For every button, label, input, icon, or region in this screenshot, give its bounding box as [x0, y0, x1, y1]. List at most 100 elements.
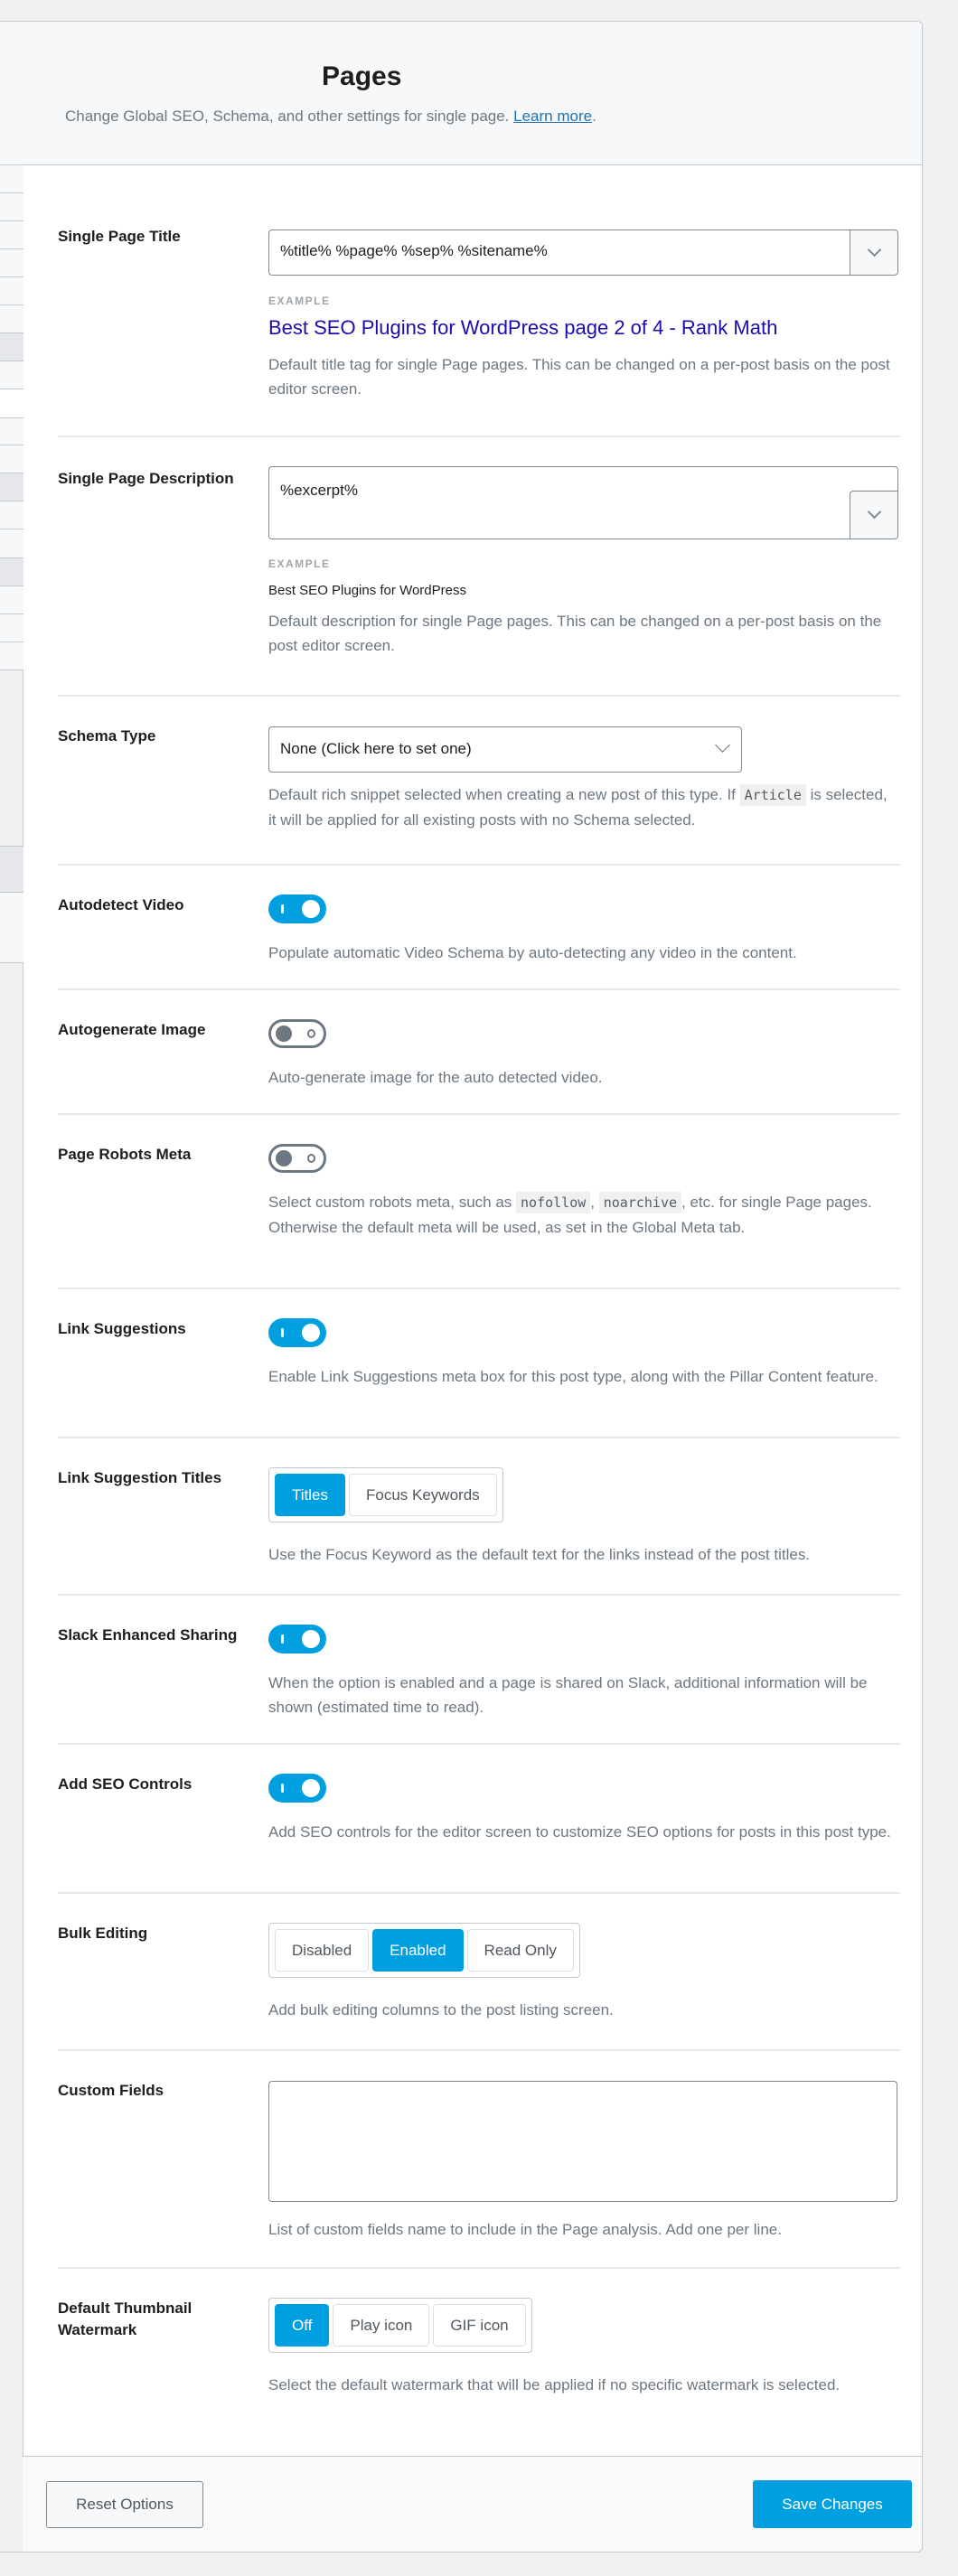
help-text: List of custom fields name to include in…: [268, 2221, 782, 2238]
setting-add-seo-controls: Add SEO Controls Add SEO controls for th…: [58, 1745, 900, 1894]
option-play-icon[interactable]: Play icon: [333, 2304, 430, 2347]
help-text: Default title tag for single Page pages.…: [268, 356, 890, 398]
setting-custom-fields: Custom Fields List of custom fields name…: [58, 2051, 900, 2269]
settings-tab[interactable]: [0, 846, 23, 893]
settings-tab-active[interactable]: [0, 389, 24, 417]
page-description: Change Global SEO, Schema, and other set…: [65, 108, 596, 125]
bulk-editing-group: Disabled Enabled Read Only: [268, 1923, 580, 1978]
setting-schema-type: Schema Type None (Click here to set one)…: [58, 697, 900, 866]
link-suggestions-toggle[interactable]: [268, 1318, 326, 1347]
settings-tab[interactable]: [0, 193, 23, 221]
settings-tab-strip: [0, 165, 24, 2552]
option-focus-keywords[interactable]: Focus Keywords: [349, 1474, 497, 1516]
single-page-description-input[interactable]: %excerpt%: [268, 466, 898, 539]
reset-options-button[interactable]: Reset Options: [46, 2481, 203, 2528]
setting-label: Default Thumbnail Watermark: [58, 2300, 193, 2338]
save-changes-button[interactable]: Save Changes: [753, 2480, 912, 2528]
settings-tab[interactable]: [0, 586, 23, 614]
link-suggestion-titles-group: Titles Focus Keywords: [268, 1467, 503, 1522]
page-title: Pages: [322, 61, 402, 91]
page-robots-meta-toggle[interactable]: [268, 1144, 326, 1173]
option-enabled[interactable]: Enabled: [372, 1929, 464, 1972]
slack-enhanced-sharing-toggle[interactable]: [268, 1625, 326, 1653]
setting-label: Schema Type: [58, 727, 156, 745]
settings-tab[interactable]: [0, 558, 23, 586]
settings-tab[interactable]: [0, 417, 23, 445]
setting-label: Slack Enhanced Sharing: [58, 1626, 238, 1644]
setting-label: Add SEO Controls: [58, 1775, 193, 1793]
setting-label: Custom Fields: [58, 2082, 164, 2099]
option-gif-icon[interactable]: GIF icon: [433, 2304, 526, 2347]
help-text: Add SEO controls for the editor screen t…: [268, 1823, 891, 1841]
help-text: Auto-generate image for the auto detecte…: [268, 1069, 603, 1086]
help-text: Populate automatic Video Schema by auto-…: [268, 944, 797, 961]
setting-autodetect-video: Autodetect Video Populate automatic Vide…: [58, 866, 900, 990]
thumbnail-watermark-group: Off Play icon GIF icon: [268, 2298, 532, 2353]
autogenerate-image-toggle[interactable]: [268, 1019, 326, 1048]
settings-tab[interactable]: [0, 614, 23, 642]
setting-label: Single Page Title: [58, 228, 181, 245]
settings-tab[interactable]: [0, 642, 23, 670]
panel-header: Pages Change Global SEO, Schema, and oth…: [0, 22, 922, 165]
setting-label: Autodetect Video: [58, 896, 184, 913]
setting-label: Single Page Description: [58, 470, 234, 487]
custom-fields-textarea[interactable]: [268, 2081, 897, 2202]
setting-link-suggestions: Link Suggestions Enable Link Suggestions…: [58, 1289, 900, 1438]
setting-default-thumbnail-watermark: Default Thumbnail Watermark Off Play ico…: [58, 2269, 900, 2457]
setting-page-robots-meta: Page Robots Meta Select custom robots me…: [58, 1115, 900, 1289]
setting-single-page-description: Single Page Description %excerpt% EXAMPL…: [58, 437, 900, 697]
setting-link-suggestion-titles: Link Suggestion Titles Titles Focus Keyw…: [58, 1438, 900, 1596]
settings-tab[interactable]: [0, 221, 23, 249]
setting-label: Link Suggestion Titles: [58, 1469, 222, 1486]
example-title-preview: Best SEO Plugins for WordPress page 2 of…: [268, 316, 778, 339]
single-page-title-input[interactable]: %title% %page% %sep% %sitename%: [268, 229, 898, 276]
settings-tab[interactable]: [0, 165, 23, 193]
settings-tab[interactable]: [0, 249, 23, 277]
help-text: When the option is enabled and a page is…: [268, 1674, 868, 1716]
setting-autogenerate-image: Autogenerate Image Auto-generate image f…: [58, 990, 900, 1115]
option-disabled[interactable]: Disabled: [275, 1929, 370, 1972]
help-text: Default description for single Page page…: [268, 613, 882, 654]
settings-tab[interactable]: [0, 333, 23, 361]
variables-dropdown-button[interactable]: [850, 491, 897, 539]
example-label: EXAMPLE: [268, 295, 331, 307]
setting-slack-enhanced-sharing: Slack Enhanced Sharing When the option i…: [58, 1596, 900, 1745]
code-article: Article: [739, 784, 806, 806]
setting-bulk-editing: Bulk Editing Disabled Enabled Read Only …: [58, 1894, 900, 2051]
help-text: Select the default watermark that will b…: [268, 2376, 841, 2393]
settings-tab[interactable]: [0, 529, 23, 558]
panel-footer: Reset Options Save Changes: [23, 2456, 923, 2553]
schema-type-select[interactable]: None (Click here to set one): [268, 726, 742, 773]
help-text: Use the Focus Keyword as the default tex…: [268, 1546, 811, 1563]
chevron-down-icon: [867, 242, 882, 257]
option-off[interactable]: Off: [275, 2304, 330, 2347]
example-label: EXAMPLE: [268, 557, 331, 570]
learn-more-link[interactable]: Learn more: [513, 108, 592, 125]
settings-tab[interactable]: [0, 277, 23, 305]
chevron-down-icon: [715, 737, 730, 753]
help-text: Default rich snippet selected when creat…: [268, 784, 888, 829]
setting-label: Link Suggestions: [58, 1320, 186, 1337]
option-titles[interactable]: Titles: [275, 1474, 345, 1516]
setting-single-page-title: Single Page Title %title% %page% %sep% %…: [58, 206, 900, 437]
settings-tab[interactable]: [0, 305, 23, 333]
help-text: Enable Link Suggestions meta box for thi…: [268, 1368, 878, 1385]
settings-tab[interactable]: [0, 361, 23, 389]
setting-label: Bulk Editing: [58, 1925, 148, 1942]
settings-tab[interactable]: [0, 445, 23, 473]
example-description-preview: Best SEO Plugins for WordPress: [268, 583, 466, 598]
chevron-down-icon: [867, 504, 882, 520]
autodetect-video-toggle[interactable]: [268, 895, 326, 923]
settings-tab[interactable]: [0, 473, 23, 501]
variables-dropdown-button[interactable]: [850, 230, 897, 275]
help-text: Add bulk editing columns to the post lis…: [268, 2001, 614, 2019]
settings-tab[interactable]: [0, 893, 23, 963]
settings-tab[interactable]: [0, 501, 23, 529]
code-nofollow: nofollow: [516, 1192, 591, 1213]
help-text: Select custom robots meta, such as nofol…: [268, 1192, 872, 1236]
add-seo-controls-toggle[interactable]: [268, 1774, 326, 1803]
setting-label: Autogenerate Image: [58, 1021, 206, 1038]
option-read-only[interactable]: Read Only: [466, 1929, 574, 1972]
code-noarchive: noarchive: [598, 1192, 682, 1213]
setting-label: Page Robots Meta: [58, 1146, 192, 1163]
